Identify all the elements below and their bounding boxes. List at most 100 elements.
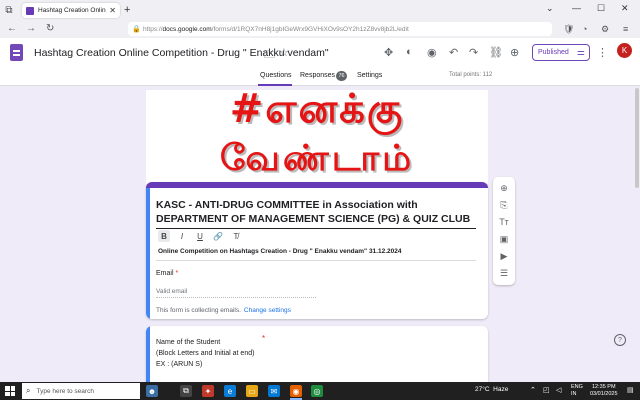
add-video-icon[interactable]: ▶ — [497, 249, 511, 263]
form-title-card[interactable]: KASC - ANTI-DRUG COMMITTEE in Associatio… — [146, 182, 488, 319]
windows-start-icon[interactable] — [5, 386, 15, 396]
link-icon[interactable]: ⛓ — [489, 46, 503, 59]
graduation-mascot-icon[interactable]: ☻ — [146, 385, 158, 397]
firefox-icon[interactable]: ◉ — [290, 385, 302, 397]
question-title[interactable]: Name of the Student (Block Letters and I… — [156, 337, 254, 370]
form-editor-canvas: #எனக்கு வேண்டாம் KASC - ANTI-DRUG COMMIT… — [0, 86, 640, 382]
address-bar[interactable]: 🔒 https://docs.google.com/forms/d/1RQX7n… — [128, 22, 552, 36]
search-icon: ⌕ — [26, 386, 31, 395]
tab-responses[interactable]: Responses — [300, 72, 335, 79]
tab-overview-icon[interactable]: ⧉ — [0, 0, 18, 20]
clear-formatting-button[interactable]: T̸ — [230, 230, 242, 242]
extensions-icon[interactable]: ⚙ — [601, 24, 609, 35]
title-underline — [156, 228, 476, 229]
question-card[interactable]: Name of the Student (Block Letters and I… — [146, 326, 488, 382]
addon-puzzle-icon[interactable]: ✥ — [384, 46, 393, 59]
underline-button[interactable]: U — [194, 230, 206, 242]
close-window-icon[interactable]: ✕ — [621, 3, 629, 14]
clock[interactable]: 12:35 PM 03/01/2025 — [590, 384, 618, 398]
import-questions-icon[interactable]: ⎘ — [497, 198, 511, 212]
tab-settings[interactable]: Settings — [357, 72, 382, 79]
change-settings-link[interactable]: Change settings — [244, 307, 291, 314]
folder-icon[interactable]: 🗀 — [264, 46, 275, 65]
copilot-icon[interactable]: ✦ — [202, 385, 214, 397]
url-text: https://docs.google.com/forms/d/1RQX7nH8… — [143, 25, 409, 33]
add-section-icon[interactable]: ☰ — [497, 266, 511, 280]
menu-icon[interactable]: ≡ — [623, 24, 628, 34]
focus-indicator — [146, 326, 150, 382]
header-banner-image[interactable]: #எனக்கு வேண்டாம் — [146, 90, 488, 184]
browser-tab[interactable]: Hashtag Creation Online Comp ✕ — [22, 3, 120, 18]
question-line-2: (Block Letters and Initial at end) — [156, 350, 255, 357]
shield-icon[interactable]: 🛡 — [563, 24, 574, 35]
lock-icon: 🔒 — [132, 26, 141, 33]
close-tab-icon[interactable]: ✕ — [109, 6, 116, 15]
bold-button[interactable]: B — [158, 230, 170, 242]
browser-nav-bar: ← → ↻ 🔒 https://docs.google.com/forms/d/… — [0, 20, 640, 38]
email-field: Valid email — [156, 288, 316, 298]
required-asterisk: * — [175, 270, 179, 277]
minimize-icon[interactable]: — — [572, 3, 581, 13]
reload-icon[interactable]: ↻ — [46, 23, 54, 34]
scrollbar-thumb[interactable] — [635, 88, 639, 188]
undo-icon[interactable]: ↶ — [449, 46, 458, 59]
published-button[interactable]: Published ⚌ — [532, 44, 590, 61]
pocket-icon[interactable]: ◔ — [582, 24, 587, 34]
google-forms-favicon-icon — [26, 6, 34, 15]
italic-button[interactable]: I — [176, 230, 188, 242]
total-points: Total points: 112 — [449, 72, 493, 78]
form-description[interactable]: Online Competition on Hashtags Creation … — [158, 248, 401, 255]
new-tab-button[interactable]: + — [124, 4, 130, 16]
account-avatar[interactable]: K — [617, 43, 632, 58]
question-line-3: EX : (ARUN S) — [156, 361, 203, 368]
taskbar: ⌕ Type here to search ☻ ⧉ ✦ e ▭ ✉ ◉ ◎ 27… — [0, 382, 640, 400]
published-label: Published — [538, 49, 569, 56]
google-forms-logo-icon[interactable] — [10, 44, 23, 61]
tray-chevron-icon[interactable]: ⌃ — [530, 386, 536, 394]
focus-indicator — [146, 188, 150, 319]
responses-count-badge: 76 — [336, 71, 347, 81]
preview-eye-icon[interactable]: ◉ — [427, 46, 437, 59]
add-question-icon[interactable]: ⊕ — [497, 181, 511, 195]
email-label: Email * — [156, 270, 179, 277]
forms-header: Hashtag Creation Online Competition - Dr… — [0, 38, 640, 86]
maximize-icon[interactable]: ☐ — [597, 3, 605, 14]
language-indicator[interactable]: ENG IN — [571, 384, 583, 398]
taskbar-search-placeholder: Type here to search — [36, 387, 94, 395]
description-underline — [156, 260, 476, 261]
network-icon[interactable]: ◰ — [543, 386, 550, 394]
notifications-icon[interactable]: ▤ — [627, 386, 634, 394]
banner-line-1: #எனக்கு — [229, 90, 405, 132]
mail-icon[interactable]: ✉ — [268, 385, 280, 397]
palette-icon[interactable]: ◐ — [406, 46, 413, 58]
star-icon[interactable]: ☆ — [279, 46, 289, 59]
tab-questions[interactable]: Questions — [260, 72, 292, 79]
help-icon[interactable]: ? — [614, 334, 626, 346]
collecting-emails-note: This form is collecting emails. Change se… — [156, 307, 291, 314]
floating-toolbar: ⊕ ⎘ Tт ▣ ▶ ☰ — [493, 177, 515, 285]
publish-settings-icon: ⚌ — [576, 47, 585, 57]
add-collaborator-icon[interactable]: ⊕ — [510, 46, 519, 59]
form-title[interactable]: KASC - ANTI-DRUG COMMITTEE in Associatio… — [156, 198, 478, 226]
task-view-icon[interactable]: ⧉ — [180, 385, 192, 397]
volume-icon[interactable]: ◁ — [556, 386, 561, 394]
chrome-icon[interactable]: ◎ — [311, 385, 323, 397]
browser-tab-title: Hashtag Creation Online Comp — [38, 7, 106, 14]
back-icon[interactable]: ← — [7, 23, 17, 34]
form-tabs: Questions Responses 76 Settings Total po… — [0, 69, 640, 86]
insert-link-button[interactable]: 🔗 — [212, 230, 224, 242]
add-title-icon[interactable]: Tт — [497, 215, 511, 229]
taskbar-search[interactable]: ⌕ Type here to search — [22, 383, 140, 399]
redo-icon[interactable]: ↷ — [469, 46, 478, 59]
add-image-icon[interactable]: ▣ — [497, 232, 511, 246]
tab-list-chevron-icon[interactable]: ⌄ — [546, 3, 554, 14]
forward-icon[interactable]: → — [26, 23, 36, 34]
scrollbar[interactable] — [634, 86, 640, 382]
edge-icon[interactable]: e — [224, 385, 236, 397]
more-vert-icon[interactable]: ⋮ — [597, 46, 608, 59]
file-explorer-icon[interactable]: ▭ — [246, 385, 258, 397]
banner-line-2: வேண்டாம் — [219, 138, 415, 179]
required-asterisk: * — [262, 334, 266, 343]
weather-widget[interactable]: 27°C Haze — [475, 386, 508, 393]
question-line-1: Name of the Student — [156, 339, 221, 346]
